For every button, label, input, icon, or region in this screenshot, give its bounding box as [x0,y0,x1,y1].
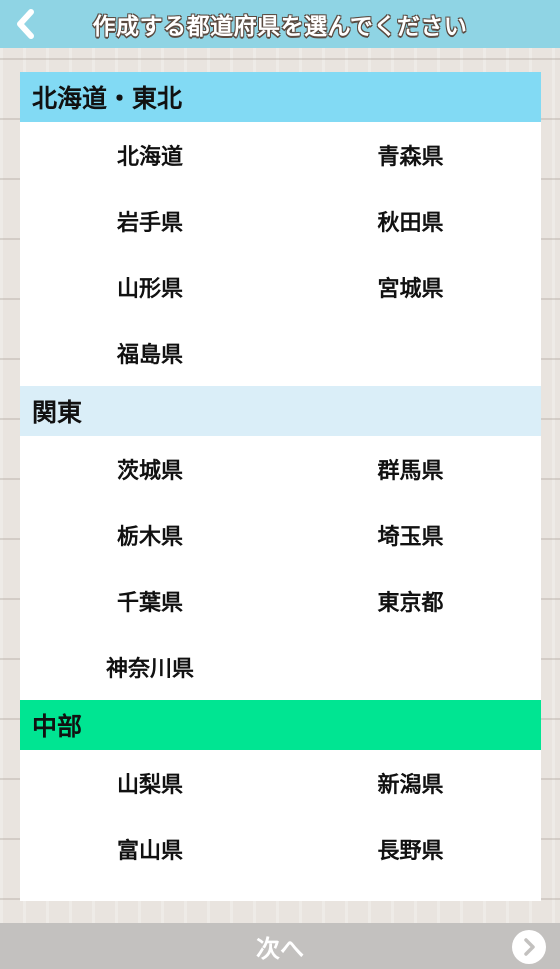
prefecture-item[interactable]: 茨城県 [20,436,280,502]
prefecture-item[interactable]: 栃木県 [20,502,280,568]
prefecture-item[interactable]: 千葉県 [20,568,280,634]
prefecture-item[interactable]: 福島県 [20,320,280,386]
prefecture-item[interactable]: 長野県 [280,816,541,882]
prefecture-item[interactable]: 宮城県 [280,254,541,320]
prefecture-item[interactable]: 北海道 [20,122,280,188]
chevron-right-icon [512,930,546,964]
prefecture-item[interactable]: 神奈川県 [20,634,280,700]
section-header-chubu: 中部 [20,700,541,750]
prefecture-item[interactable]: 秋田県 [280,188,541,254]
section-grid-kanto: 茨城県 群馬県 栃木県 埼玉県 千葉県 東京都 神奈川県 [20,436,541,700]
next-button[interactable]: 次へ [0,923,560,969]
section-grid-tohoku: 北海道 青森県 岩手県 秋田県 山形県 宮城県 福島県 [20,122,541,386]
back-button[interactable] [8,6,44,42]
prefecture-item[interactable]: 岩手県 [20,188,280,254]
header-bar: 作成する都道府県を選んでください [0,0,560,48]
next-button-label: 次へ [256,934,304,963]
section-header-kanto: 関東 [20,386,541,436]
prefecture-item[interactable]: 新潟県 [280,750,541,816]
prefecture-list: 北海道・東北 北海道 青森県 岩手県 秋田県 山形県 宮城県 福島県 関東 茨城… [20,72,541,901]
chevron-left-icon [17,9,34,39]
section-grid-chubu: 山梨県 新潟県 富山県 長野県 [20,750,541,882]
prefecture-item[interactable]: 山形県 [20,254,280,320]
prefecture-item[interactable]: 東京都 [280,568,541,634]
prefecture-item[interactable]: 山梨県 [20,750,280,816]
prefecture-item[interactable]: 群馬県 [280,436,541,502]
prefecture-item[interactable]: 青森県 [280,122,541,188]
prefecture-item[interactable]: 富山県 [20,816,280,882]
section-header-tohoku: 北海道・東北 [20,72,541,122]
prefecture-item[interactable]: 埼玉県 [280,502,541,568]
page-title: 作成する都道府県を選んでください [92,14,468,40]
